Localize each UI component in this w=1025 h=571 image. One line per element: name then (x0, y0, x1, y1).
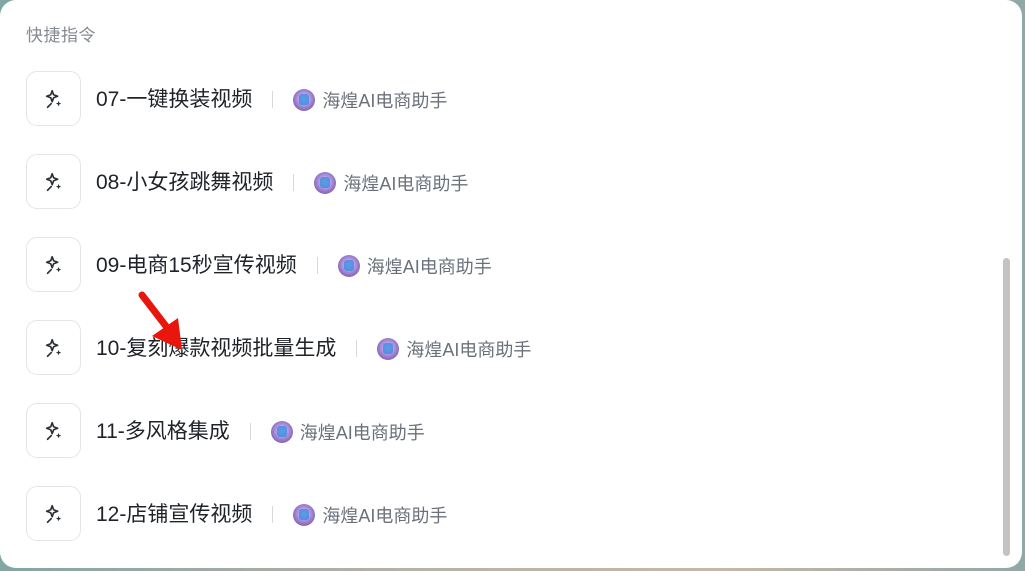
command-item-08[interactable]: 08-小女孩跳舞视频 海煌AI电商助手 (26, 154, 986, 237)
bot-tag: 海煌AI电商助手 (337, 237, 492, 295)
shortcut-panel: 快捷指令 07-一键换装视频 海煌AI电商助手 08-小女孩跳舞视频 海煌AI电… (0, 0, 1022, 568)
sparkle-pin-icon (26, 486, 81, 541)
command-name: 10-复刻爆款视频批量生成 (96, 337, 337, 360)
sparkle-pin-icon (26, 403, 81, 458)
divider (249, 423, 251, 440)
divider (356, 340, 358, 357)
command-name: 12-店铺宣传视频 (96, 503, 253, 526)
bot-avatar (314, 172, 337, 194)
bot-name: 海煌AI电商助手 (322, 91, 448, 111)
command-item-07[interactable]: 07-一键换装视频 海煌AI电商助手 (26, 71, 986, 154)
bot-tag: 海煌AI电商助手 (293, 71, 447, 129)
bot-avatar (337, 255, 360, 277)
section-title: 快捷指令 (26, 26, 96, 45)
bot-name: 海煌AI电商助手 (343, 174, 469, 194)
sparkle-pin-icon (26, 320, 81, 375)
bot-tag: 海煌AI电商助手 (314, 154, 468, 212)
command-name: 11-多风格集成 (96, 420, 230, 443)
bot-name: 海煌AI电商助手 (366, 257, 492, 277)
bot-tag: 海煌AI电商助手 (270, 403, 425, 461)
divider (272, 91, 274, 108)
command-item-12[interactable]: 12-店铺宣传视频 海煌AI电商助手 (26, 486, 986, 568)
bot-avatar (293, 89, 316, 111)
annotation-arrow-icon (138, 291, 182, 350)
divider (316, 257, 318, 274)
divider (272, 506, 274, 523)
bot-name: 海煌AI电商助手 (406, 340, 532, 360)
command-name: 09-电商15秒宣传视频 (96, 254, 297, 277)
command-item-11[interactable]: 11-多风格集成 海煌AI电商助手 (26, 403, 986, 486)
bot-avatar (377, 338, 400, 360)
sparkle-pin-icon (26, 71, 81, 126)
bot-name: 海煌AI电商助手 (322, 506, 448, 526)
bot-name: 海煌AI电商助手 (299, 423, 425, 443)
command-name: 08-小女孩跳舞视频 (96, 171, 274, 194)
divider (293, 174, 295, 191)
sparkle-pin-icon (26, 237, 81, 292)
bot-tag: 海煌AI电商助手 (293, 486, 447, 544)
command-name: 07-一键换装视频 (96, 88, 253, 111)
bot-avatar (270, 421, 293, 443)
sparkle-pin-icon (26, 154, 81, 209)
scrollbar-thumb[interactable] (1003, 258, 1010, 556)
bot-avatar (293, 504, 316, 526)
bot-tag: 海煌AI电商助手 (377, 320, 531, 378)
